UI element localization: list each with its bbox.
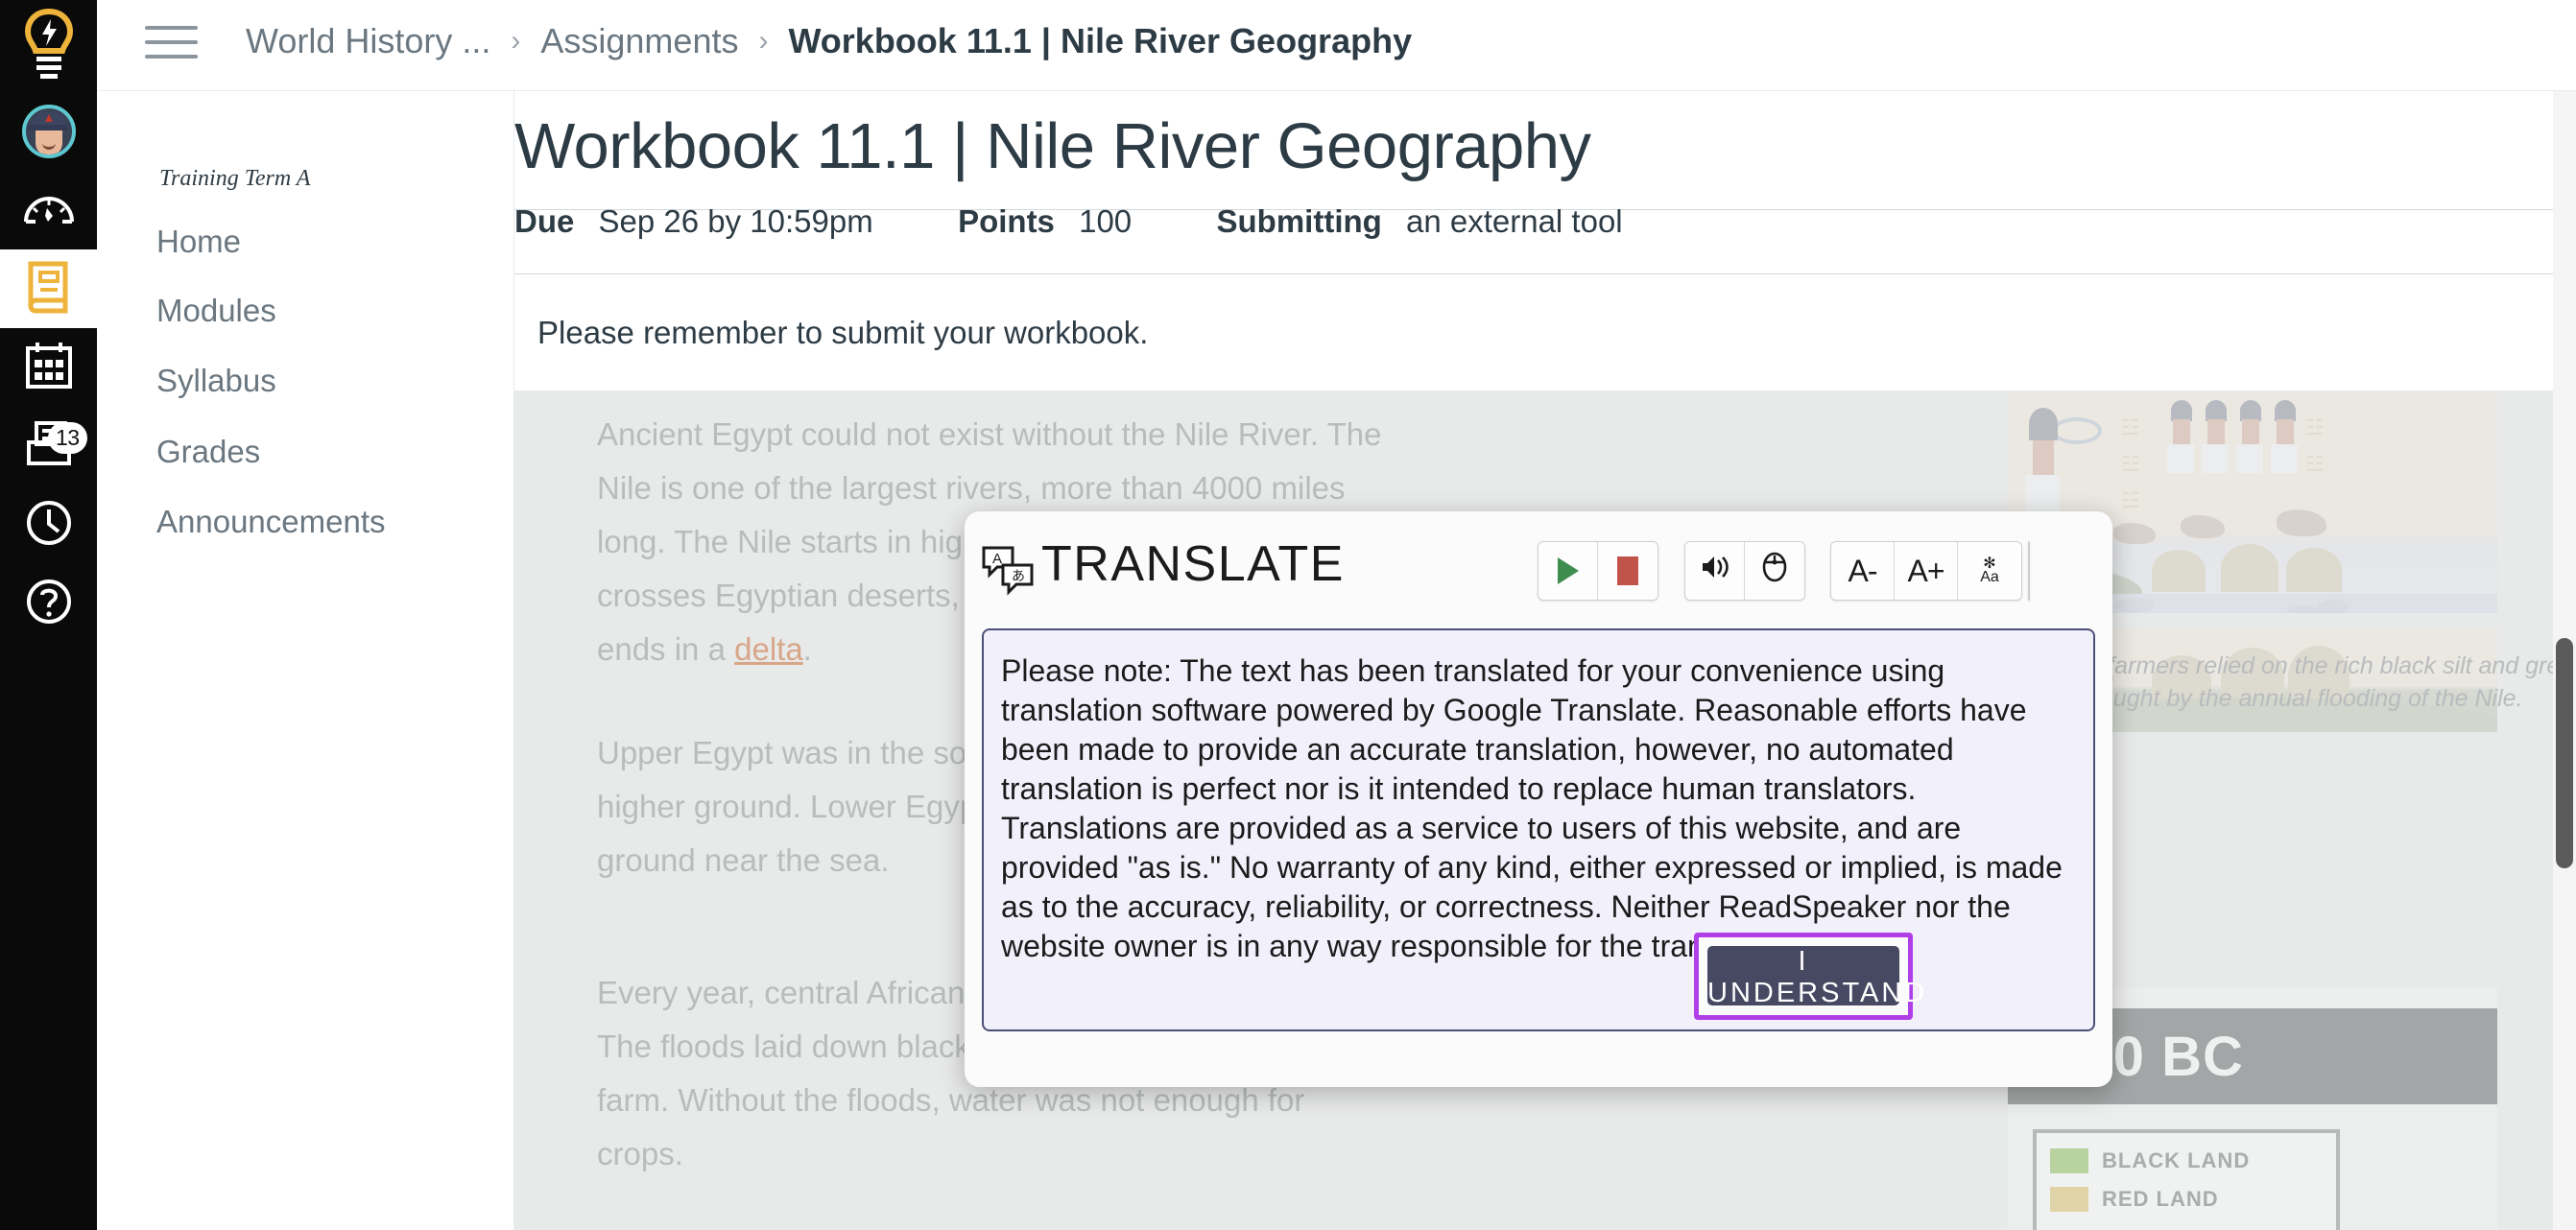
breadcrumb-separator: › xyxy=(758,25,769,57)
playback-button-group xyxy=(1538,541,1658,601)
translate-icon: A あ xyxy=(980,542,1036,598)
submitting-value: an external tool xyxy=(1405,203,1623,239)
translation-disclaimer-box: Please note: The text has been translate… xyxy=(982,628,2095,1031)
breadcrumb-item-course[interactable]: World History ... xyxy=(246,21,490,61)
stop-icon xyxy=(1617,556,1638,585)
lightbulb-icon xyxy=(22,8,76,85)
breadcrumb-item-assignments[interactable]: Assignments xyxy=(540,21,738,61)
i-understand-button[interactable]: I UNDERSTAND xyxy=(1707,946,1924,1008)
assignment-meta: Due Sep 26 by 10:59pm Points 100 Submitt… xyxy=(514,203,1623,240)
course-nav-item-syllabus[interactable]: Syllabus xyxy=(156,363,276,399)
course-nav-item-home[interactable]: Home xyxy=(156,224,241,260)
points-value: 100 xyxy=(1079,203,1133,239)
font-increase-icon: A+ xyxy=(1907,553,1944,588)
volume-button[interactable] xyxy=(1685,542,1745,600)
translate-dialog-title: TRANSLATE xyxy=(1041,536,1345,592)
map-legend: BLACK LAND RED LAND xyxy=(2033,1129,2340,1230)
legend-swatch xyxy=(2050,1187,2088,1212)
book-icon xyxy=(25,260,73,319)
sidebar-item-inbox[interactable]: 13 xyxy=(0,407,97,485)
expand-icon xyxy=(2029,553,2030,589)
increase-font-button[interactable]: A+ xyxy=(1895,542,1958,600)
legend-item: RED LAND xyxy=(2050,1187,2336,1212)
delta-link[interactable]: delta xyxy=(734,631,803,667)
points-label: Points xyxy=(958,203,1055,239)
stop-button[interactable] xyxy=(1598,542,1658,600)
course-term-label: Training Term A xyxy=(159,166,311,191)
page-title: Workbook 11.1 | Nile River Geography xyxy=(514,110,1591,182)
legend-label: BLACK LAND xyxy=(2102,1148,2251,1172)
speed-gauge-icon xyxy=(1759,552,1790,590)
top-breadcrumb-bar: World History ... › Assignments › Workbo… xyxy=(97,0,2576,91)
understand-button-focus-ring: I UNDERSTAND xyxy=(1694,933,1924,1020)
sidebar-item-help[interactable] xyxy=(0,564,97,643)
calendar-icon xyxy=(24,341,74,395)
gauge-icon xyxy=(22,189,76,232)
play-button[interactable] xyxy=(1538,542,1598,600)
course-nav-item-modules[interactable]: Modules xyxy=(156,293,276,329)
play-icon xyxy=(1557,557,1579,584)
sidebar-item-calendar[interactable] xyxy=(0,328,97,407)
due-value: Sep 26 by 10:59pm xyxy=(598,203,873,239)
breadcrumb-separator: › xyxy=(511,25,521,57)
sidebar-item-history[interactable] xyxy=(0,485,97,564)
legend-swatch xyxy=(2050,1148,2088,1173)
course-nav-item-announcements[interactable]: Announcements xyxy=(156,504,386,540)
volume-icon xyxy=(1700,553,1730,589)
inbox-badge: 13 xyxy=(48,422,87,454)
legend-item: BLACK LAND xyxy=(2050,1148,2336,1173)
legend-label: RED LAND xyxy=(2102,1187,2219,1211)
vertical-scrollbar-thumb[interactable] xyxy=(2556,638,2573,868)
font-size-button-group: A- A+ ✻ Aa xyxy=(1830,541,2022,601)
text-settings-icon: ✻ Aa xyxy=(1980,556,1999,585)
speed-button[interactable] xyxy=(1745,542,1804,600)
svg-text:A: A xyxy=(992,551,1002,567)
sidebar-item-courses[interactable] xyxy=(0,249,97,328)
course-navigation: Training Term A Home Modules Syllabus Gr… xyxy=(97,0,514,1230)
breadcrumb: World History ... › Assignments › Workbo… xyxy=(246,21,1412,61)
submitting-label: Submitting xyxy=(1216,203,1382,239)
translate-dialog: A あ TRANSLATE A- A+ ✻ Aa Please note: Th… xyxy=(965,511,2112,1087)
text-settings-button[interactable]: ✻ Aa xyxy=(1958,542,2021,600)
sidebar-item-logo[interactable] xyxy=(0,0,97,92)
translation-disclaimer-text: Please note: The text has been translate… xyxy=(1001,653,2063,963)
sidebar-item-dashboard[interactable] xyxy=(0,171,97,249)
translate-dialog-header: A あ TRANSLATE A- A+ ✻ Aa xyxy=(965,511,2112,625)
question-icon xyxy=(25,578,73,630)
sidebar-item-account[interactable] xyxy=(0,92,97,171)
decrease-font-button[interactable]: A- xyxy=(1831,542,1895,600)
course-nav-item-grades[interactable]: Grades xyxy=(156,434,260,470)
breadcrumb-item-current[interactable]: Workbook 11.1 | Nile River Geography xyxy=(788,21,1412,61)
divider-bottom xyxy=(514,273,2576,274)
window-button-group xyxy=(2028,541,2030,601)
clock-icon xyxy=(25,499,73,552)
hamburger-icon[interactable] xyxy=(145,26,198,64)
audio-button-group xyxy=(1684,541,1805,601)
instruction-text: Please remember to submit your workbook. xyxy=(537,315,1149,350)
aa-glyph: Aa xyxy=(1980,569,1999,585)
svg-text:あ: あ xyxy=(1012,569,1025,584)
font-decrease-icon: A- xyxy=(1848,553,1878,588)
avatar xyxy=(21,105,76,158)
global-navigation-rail: 13 xyxy=(0,0,97,1230)
expand-button[interactable] xyxy=(2029,542,2030,600)
due-label: Due xyxy=(514,203,575,239)
